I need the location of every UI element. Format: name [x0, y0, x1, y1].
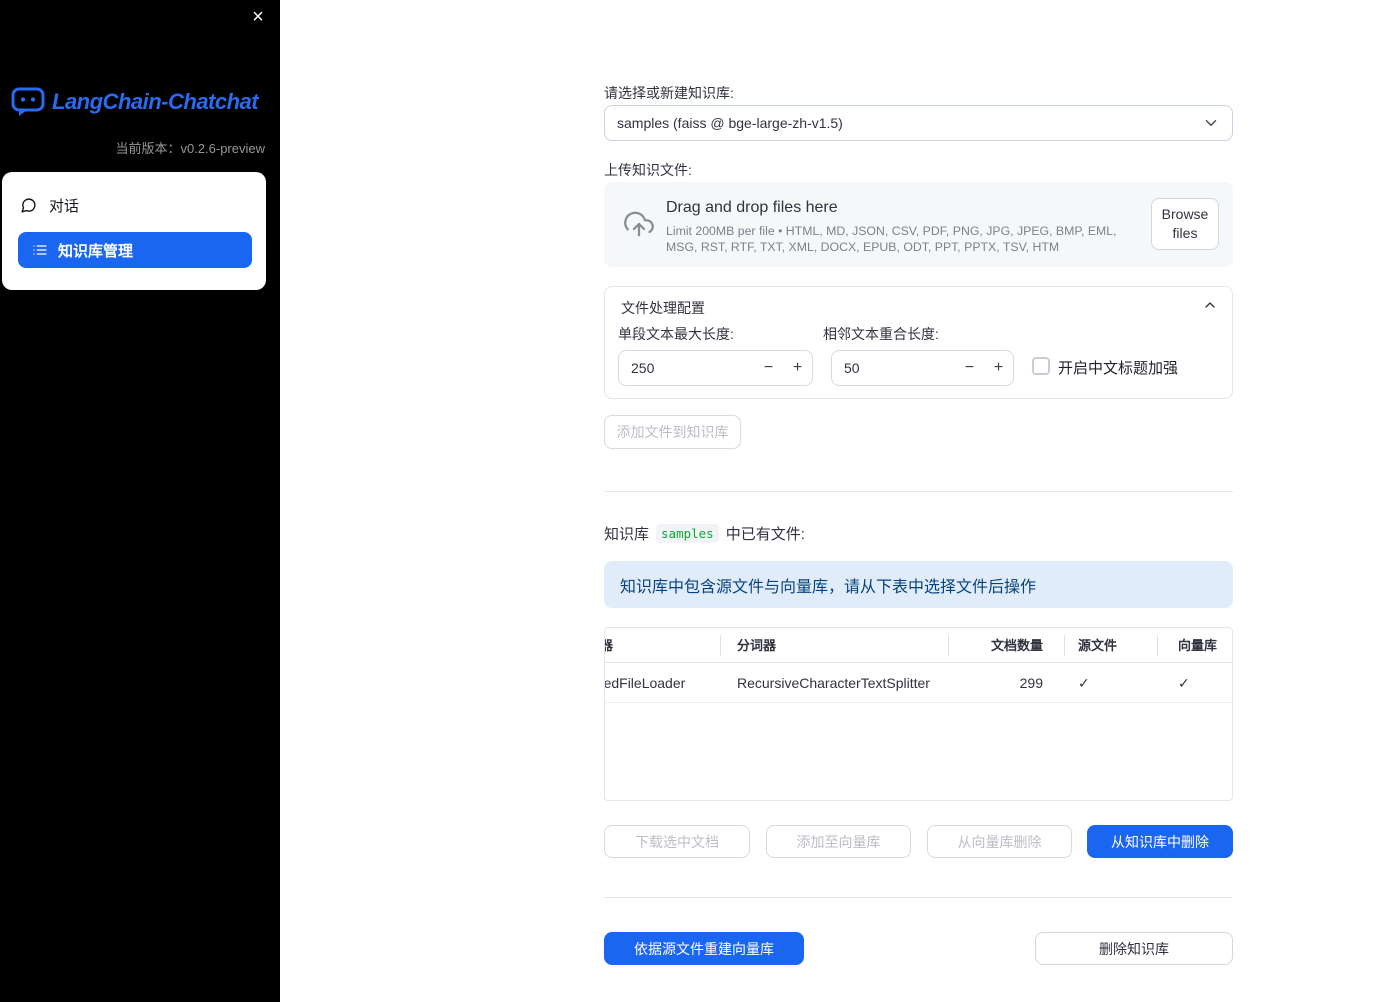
- add-files-button[interactable]: 添加文件到知识库: [604, 415, 741, 449]
- app-logo: LangChain-Chatchat: [11, 86, 259, 117]
- chat-bubble-icon: [20, 197, 37, 214]
- column-header-splitter[interactable]: 分词器: [737, 628, 776, 663]
- table-row[interactable]: UnstructuredFileLoader RecursiveCharacte…: [605, 663, 1232, 703]
- delete-from-kb-button[interactable]: 从知识库中删除: [1087, 825, 1233, 858]
- divider: [604, 897, 1233, 898]
- dropzone-limit-text: Limit 200MB per file • HTML, MD, JSON, C…: [666, 224, 1117, 254]
- app-title: LangChain-Chatchat: [52, 88, 259, 114]
- browse-files-button[interactable]: Browse files: [1151, 198, 1219, 250]
- cloud-upload-icon: [624, 209, 654, 239]
- file-config-expander: 文件处理配置 单段文本最大长度: 相邻文本重合长度: 250 − + 50 − …: [604, 286, 1233, 399]
- cell-vector-store-check: ✓: [1178, 675, 1190, 691]
- version-label: 当前版本：v0.2.6-preview: [115, 141, 265, 156]
- column-separator: [1064, 635, 1065, 656]
- kb-select[interactable]: samples (faiss @ bge-large-zh-v1.5): [604, 105, 1233, 141]
- column-header-source-file[interactable]: 源文件: [1078, 628, 1117, 663]
- list-icon: [32, 242, 48, 258]
- dropzone-title: Drag and drop files here: [666, 199, 838, 216]
- expander-title[interactable]: 文件处理配置: [621, 298, 705, 318]
- kb-name-code: samples: [656, 524, 719, 543]
- chunk-size-input[interactable]: 250 − +: [618, 350, 813, 386]
- delete-kb-button[interactable]: 删除知识库: [1035, 932, 1233, 965]
- info-banner: 知识库中包含源文件与向量库，请从下表中选择文件后操作: [604, 561, 1233, 608]
- minus-button[interactable]: −: [754, 351, 783, 385]
- add-to-vector-store-button[interactable]: 添加至向量库: [766, 825, 911, 858]
- table-header: 文档加载器 分词器 文档数量 源文件 向量库: [605, 628, 1232, 663]
- kb-select-label: 请选择或新建知识库:: [604, 85, 734, 101]
- kb-files-suffix: 中已有文件:: [725, 526, 805, 543]
- sidebar-item-label: 知识库管理: [58, 242, 134, 260]
- rebuild-vector-store-button[interactable]: 依据源文件重建向量库: [604, 932, 804, 965]
- chunk-size-label: 单段文本最大长度:: [618, 326, 734, 342]
- sidebar-item-label: 对话: [49, 197, 80, 215]
- chat-logo-icon: [11, 86, 45, 117]
- upload-label: 上传知识文件:: [604, 162, 692, 178]
- cell-source-file-check: ✓: [1078, 675, 1090, 691]
- sidebar-item-dialogue[interactable]: 对话: [20, 186, 79, 224]
- delete-from-vector-store-button[interactable]: 从向量库删除: [927, 825, 1072, 858]
- download-selected-button[interactable]: 下载选中文档: [604, 825, 750, 858]
- column-header-loader[interactable]: 文档加载器: [605, 628, 720, 663]
- overlap-size-input[interactable]: 50 − +: [831, 350, 1014, 386]
- overlap-size-label: 相邻文本重合长度:: [823, 326, 939, 342]
- kb-files-heading: 知识库 samples 中已有文件:: [604, 523, 805, 544]
- zh-title-enhance-checkbox[interactable]: [1032, 357, 1050, 375]
- column-header-doc-count[interactable]: 文档数量: [948, 628, 1043, 663]
- kb-files-prefix: 知识库: [604, 526, 650, 543]
- cell-loader: UnstructuredFileLoader: [605, 675, 686, 691]
- cell-doc-count: 299: [1019, 675, 1043, 691]
- sidebar-item-knowledge-base[interactable]: 知识库管理: [18, 232, 252, 268]
- plus-button[interactable]: +: [783, 351, 812, 385]
- zh-title-enhance-label: 开启中文标题加强: [1058, 360, 1179, 377]
- overlap-size-value: 50: [844, 360, 860, 376]
- column-separator: [1157, 635, 1158, 656]
- info-text: 知识库中包含源文件与向量库，请从下表中选择文件后操作: [620, 578, 1037, 596]
- kb-select-value: samples (faiss @ bge-large-zh-v1.5): [617, 115, 843, 131]
- chunk-size-value: 250: [631, 360, 655, 376]
- chevron-down-icon: [1202, 114, 1220, 132]
- sidebar: × LangChain-Chatchat 当前版本：v0.2.6-preview…: [0, 0, 280, 1002]
- column-header-vector-store[interactable]: 向量库: [1178, 628, 1217, 663]
- plus-button[interactable]: +: [984, 351, 1013, 385]
- minus-button[interactable]: −: [955, 351, 984, 385]
- column-separator: [720, 635, 721, 656]
- file-dropzone[interactable]: Drag and drop files here Limit 200MB per…: [604, 182, 1233, 267]
- cell-splitter: RecursiveCharacterTextSplitter: [737, 675, 930, 691]
- close-icon[interactable]: ×: [244, 3, 272, 31]
- sidebar-nav-card: 对话 知识库管理: [2, 172, 266, 290]
- divider: [604, 491, 1233, 492]
- kb-files-table: 文档加载器 分词器 文档数量 源文件 向量库 UnstructuredFileL…: [604, 627, 1233, 801]
- chevron-up-icon[interactable]: [1202, 297, 1218, 313]
